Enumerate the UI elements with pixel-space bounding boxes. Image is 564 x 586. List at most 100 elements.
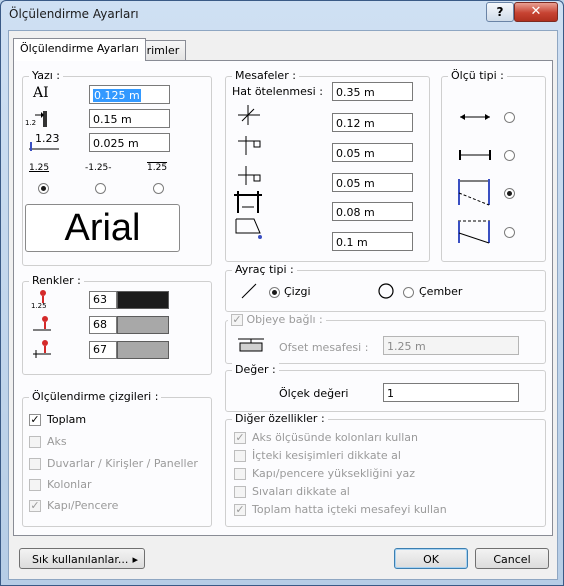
text-height-input[interactable]: 0.125 m: [89, 85, 170, 104]
cancel-button[interactable]: Cancel: [475, 548, 549, 569]
kapi-pencere-label: Kapı/Pencere: [47, 499, 119, 512]
mesafeler-title: Mesafeler :: [232, 69, 299, 82]
text-spacing-input[interactable]: 0.15 m: [89, 109, 170, 128]
kapi-yukseklik-checkbox[interactable]: [234, 468, 246, 480]
toplam-label: Toplam: [47, 413, 87, 426]
ext-line-gap-icon: [234, 133, 264, 157]
objeye-bagli-checkbox[interactable]: ✓: [231, 314, 243, 326]
line-color-icon: [31, 314, 53, 336]
ext-line-offset-icon: [234, 103, 264, 127]
text-color-icon-label: 1.25: [31, 302, 47, 310]
sivalar-checkbox[interactable]: [234, 486, 246, 498]
cember-label: Çember: [419, 285, 463, 298]
olcu-tipi-2-radio[interactable]: [504, 150, 515, 161]
close-button[interactable]: ✕: [514, 2, 558, 22]
kapi-yukseklik-label: Kapı/pencere yüksekliğini yaz: [252, 467, 416, 480]
olcu-tipi-3-radio[interactable]: [504, 188, 515, 199]
ayrac-tipi-title: Ayraç tipi :: [232, 263, 297, 276]
favorites-button[interactable]: Sık kullanılanlar... ▸: [19, 548, 145, 569]
ext-line-extension-icon: [234, 163, 264, 187]
text-spacing-icon-label: 1.2: [25, 119, 37, 127]
line-color-value[interactable]: 68: [89, 316, 117, 334]
mesafe-3-input[interactable]: 0.05 m: [332, 173, 413, 192]
toplam-hat-label: Toplam hatta içteki mesafeyi kullan: [252, 503, 447, 516]
text-position-above-label: 1.25: [147, 163, 168, 173]
dialog-window: Ölçülendirme Ayarları ? ✕ Ölçülendirme A…: [0, 0, 564, 586]
olcu-tipi-1-radio[interactable]: [504, 112, 515, 123]
aks-kolon-label: Aks ölçüsünde kolonları kullan: [252, 431, 419, 444]
window-title: Ölçülendirme Ayarları: [9, 7, 139, 21]
title-bar[interactable]: Ölçülendirme Ayarları ? ✕: [1, 1, 563, 29]
dialog-client: Ölçülendirme Ayarları Birimler Yazı : AI…: [8, 30, 558, 580]
toplam-checkbox[interactable]: ✓: [29, 414, 41, 426]
hat-otelenmesi-input[interactable]: 0.35 m: [332, 82, 413, 101]
icteki-kesisim-label: İçteki kesişimleri dikkate al: [252, 449, 401, 462]
duvarlar-checkbox[interactable]: [29, 458, 41, 470]
ayrac-tipi-group: Ayraç tipi : Çizgi Çember: [225, 263, 546, 312]
renkler-group: Renkler : 1.25 63 68 67: [22, 274, 212, 375]
olcu-tipi-4-radio[interactable]: [504, 227, 515, 238]
text-offset-icon: 1.23: [27, 132, 61, 152]
cizgi-label: Çizgi: [284, 285, 311, 298]
aks-checkbox[interactable]: [29, 436, 41, 448]
tab-panel: Yazı : AI 0.125 m 1.2 0.15 m 1.23 0.025 …: [13, 60, 553, 536]
tick-color-icon: [31, 338, 53, 360]
ok-button[interactable]: OK: [394, 548, 468, 569]
ofset-mesafesi-input[interactable]: 1.25 m: [383, 336, 519, 355]
ofset-mesafesi-label: Ofset mesafesi :: [279, 341, 369, 354]
icteki-kesisim-checkbox[interactable]: [234, 450, 246, 462]
cizgiler-group: Ölçülendirme çizgileri : ✓ Toplam Aks Du…: [22, 390, 212, 527]
mesafe-1-input[interactable]: 0.12 m: [332, 113, 413, 132]
mesafe-4-input[interactable]: 0.08 m: [332, 202, 413, 221]
offset-icon: [236, 335, 266, 355]
toplam-hat-checkbox[interactable]: ✓: [234, 504, 246, 516]
favorites-label: Sık kullanılanlar...: [32, 553, 129, 566]
circle-icon: [377, 282, 395, 300]
aks-kolon-checkbox[interactable]: ✓: [234, 432, 246, 444]
font-select-button[interactable]: Arial: [25, 204, 180, 252]
dimension-box-icon: [456, 177, 492, 207]
objeye-bagli-label: Objeye bağlı :: [246, 313, 323, 326]
text-position-below-label: 1.25: [29, 163, 50, 173]
tab-olculendirme-ayarlari[interactable]: Ölçülendirme Ayarları: [13, 38, 146, 61]
text-offset-input[interactable]: 0.025 m: [89, 133, 170, 152]
mesafe-5-input[interactable]: 0.1 m: [332, 232, 413, 251]
cember-radio[interactable]: [403, 287, 414, 298]
duvarlar-label: Duvarlar / Kirişler / Paneller: [47, 457, 198, 470]
olcek-degeri-input[interactable]: 1: [383, 383, 519, 402]
help-button[interactable]: ?: [486, 2, 514, 22]
text-color-value[interactable]: 63: [89, 291, 117, 309]
deger-group: Değer : Ölçek değeri 1: [225, 363, 546, 412]
aks-label: Aks: [47, 435, 67, 448]
text-gap-icon: [232, 215, 264, 241]
line-color-swatch[interactable]: [117, 316, 169, 334]
olcu-tipi-title: Ölçü tipi :: [448, 69, 507, 82]
yazi-title: Yazı :: [29, 69, 63, 82]
text-color-swatch[interactable]: [117, 291, 169, 309]
text-height-icon: AI: [33, 85, 49, 101]
tick-color-swatch[interactable]: [117, 341, 169, 359]
renkler-title: Renkler :: [29, 274, 84, 287]
chevron-right-icon: ▸: [132, 553, 138, 566]
arrow-type-icon: [458, 111, 492, 123]
text-position-above-radio[interactable]: [153, 183, 164, 194]
hat-otelenmesi-label: Hat ötelenmesi :: [232, 85, 323, 98]
olcek-degeri-label: Ölçek değeri: [279, 387, 349, 400]
tick-type-icon: [458, 149, 492, 161]
yazi-group: Yazı : AI 0.125 m 1.2 0.15 m 1.23 0.025 …: [22, 69, 212, 266]
kolonlar-checkbox[interactable]: [29, 479, 41, 491]
kapi-pencere-checkbox[interactable]: ✓: [29, 500, 41, 512]
diger-ozellikler-title: Diğer özellikler :: [232, 412, 328, 425]
text-offset-icon-label: 1.23: [35, 132, 60, 145]
cizgi-radio[interactable]: [269, 287, 280, 298]
tick-size-icon: [232, 189, 264, 215]
sivalar-label: Sıvaları dikkate al: [252, 485, 350, 498]
mesafe-2-input[interactable]: 0.05 m: [332, 143, 413, 162]
dimension-angle-icon: [456, 217, 492, 247]
text-position-center-radio[interactable]: [95, 183, 106, 194]
deger-title: Değer :: [232, 363, 279, 376]
kolonlar-label: Kolonlar: [47, 478, 92, 491]
tick-color-value[interactable]: 67: [89, 341, 117, 359]
text-position-below-radio[interactable]: [38, 183, 49, 194]
olcu-tipi-group: Ölçü tipi :: [441, 69, 546, 262]
